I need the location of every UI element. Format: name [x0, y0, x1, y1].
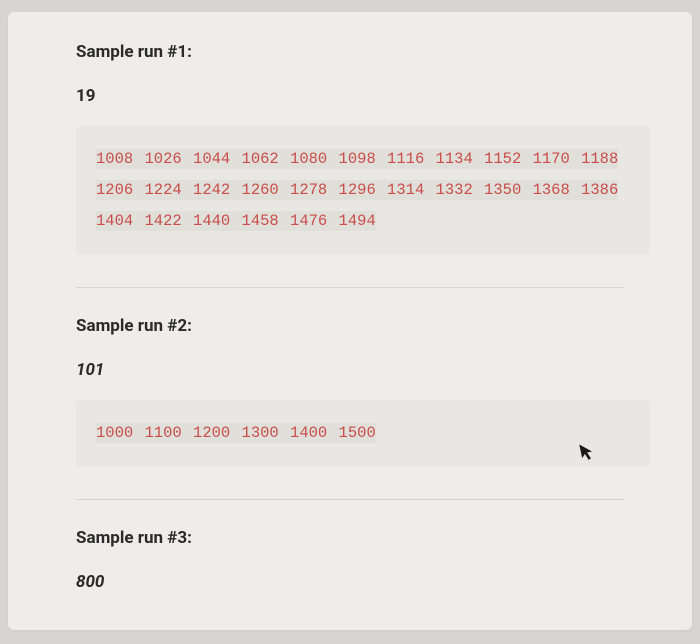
sample-run-section: Sample run #3: 800 — [32, 528, 668, 592]
code-output: 1000 1100 1200 1300 1400 1500 — [76, 400, 650, 467]
divider — [76, 499, 624, 500]
sample-run-heading: Sample run #1: — [32, 42, 668, 62]
sample-run-input: 19 — [32, 86, 668, 106]
sample-run-section: Sample run #1: 19 1008 1026 1044 1062 10… — [32, 42, 668, 255]
sample-run-section: Sample run #2: 101 1000 1100 1200 1300 1… — [32, 316, 668, 467]
divider — [76, 287, 624, 288]
sample-run-heading: Sample run #2: — [32, 316, 668, 336]
code-output: 1008 1026 1044 1062 1080 1098 1116 1134 … — [76, 126, 650, 255]
sample-run-input: 800 — [32, 572, 668, 592]
sample-run-heading: Sample run #3: — [32, 528, 668, 548]
content-card: Sample run #1: 19 1008 1026 1044 1062 10… — [8, 12, 692, 630]
sample-run-input: 101 — [32, 360, 668, 380]
